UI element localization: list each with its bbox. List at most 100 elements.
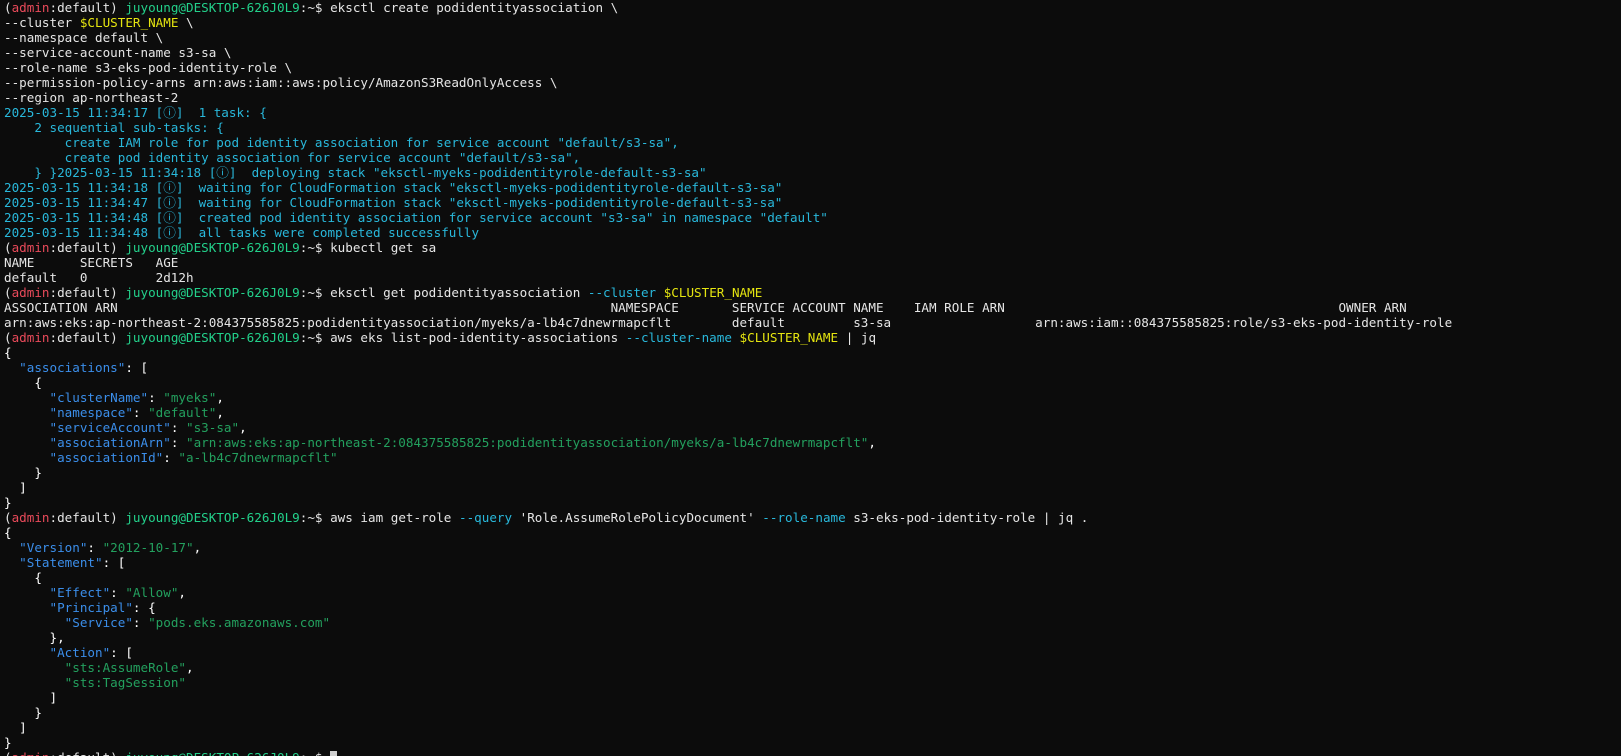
terminal-text: admin — [11, 240, 50, 255]
terminal-text: { — [4, 375, 42, 390]
terminal-text: "sts:TagSession" — [64, 675, 186, 690]
terminal-text: "a-lb4c7dnewrmapcflt" — [178, 450, 338, 465]
terminal-text: :~$ — [299, 330, 331, 345]
terminal-line: { — [4, 570, 1621, 585]
terminal-line: "Action": [ — [4, 645, 1621, 660]
terminal-text: juyoung@DESKTOP-626J0L9 — [125, 285, 300, 300]
terminal-text: --role-name s3-eks-pod-identity-role \ — [4, 60, 293, 75]
terminal-line: (admin:default) juyoung@DESKTOP-626J0L9:… — [4, 0, 1621, 15]
terminal-line: create IAM role for pod identity associa… — [4, 135, 1621, 150]
terminal-line: "clusterName": "myeks", — [4, 390, 1621, 405]
terminal-text: :default) — [49, 240, 126, 255]
terminal-text: , — [178, 585, 187, 600]
terminal-text: admin — [11, 285, 50, 300]
terminal-line: (admin:default) juyoung@DESKTOP-626J0L9:… — [4, 750, 1621, 756]
terminal-text: ] — [4, 690, 58, 705]
terminal-text: , — [239, 420, 247, 435]
terminal-text: arn:aws:eks:ap-northeast-2:084375585825:… — [4, 315, 1453, 330]
terminal-text: "namespace" — [49, 405, 133, 420]
terminal-window[interactable]: (admin:default) juyoung@DESKTOP-626J0L9:… — [4, 0, 1621, 756]
terminal-line: "sts:AssumeRole", — [4, 660, 1621, 675]
terminal-line: "Version": "2012-10-17", — [4, 540, 1621, 555]
terminal-text: :~$ — [299, 240, 331, 255]
terminal-text: $CLUSTER_NAME — [739, 330, 839, 345]
terminal-text: "Version" — [19, 540, 88, 555]
terminal-line: create pod identity association for serv… — [4, 150, 1621, 165]
terminal-text: admin — [11, 0, 50, 15]
terminal-text: : — [110, 585, 126, 600]
terminal-line: "namespace": "default", — [4, 405, 1621, 420]
terminal-text: --query — [458, 510, 513, 525]
terminal-text: : [ — [102, 555, 126, 570]
terminal-text: "s3-sa" — [186, 420, 240, 435]
terminal-text: \ — [178, 15, 194, 30]
terminal-line: ASSOCIATION ARN NAMESPACE SERVICE ACCOUN… — [4, 300, 1621, 315]
terminal-text: :~$ — [299, 0, 331, 15]
terminal-line: } — [4, 705, 1621, 720]
terminal-text: --region ap-northeast-2 — [4, 90, 179, 105]
terminal-line: "associationArn": "arn:aws:eks:ap-northe… — [4, 435, 1621, 450]
terminal-line: "sts:TagSession" — [4, 675, 1621, 690]
terminal-text: } — [4, 495, 12, 510]
terminal-line: --region ap-northeast-2 — [4, 90, 1621, 105]
terminal-text: "Allow" — [125, 585, 179, 600]
terminal-text: ( — [4, 240, 12, 255]
terminal-text: 2025-03-15 11:34:47 [ⓘ] waiting for Clou… — [4, 195, 783, 210]
terminal-text: "serviceAccount" — [49, 420, 171, 435]
terminal-text: "sts:AssumeRole" — [64, 660, 186, 675]
terminal-line: { — [4, 525, 1621, 540]
terminal-line: --namespace default \ — [4, 30, 1621, 45]
terminal-text: ( — [4, 285, 12, 300]
terminal-text: 2025-03-15 11:34:17 [ⓘ] 1 task: { — [4, 105, 267, 120]
terminal-text: 2025-03-15 11:34:48 [ⓘ] all tasks were c… — [4, 225, 480, 240]
terminal-line: (admin:default) juyoung@DESKTOP-626J0L9:… — [4, 285, 1621, 300]
terminal-text: } — [4, 735, 12, 750]
terminal-line: { — [4, 375, 1621, 390]
terminal-text: $CLUSTER_NAME — [79, 15, 179, 30]
terminal-text: kubectl get sa — [330, 240, 437, 255]
terminal-text: , — [216, 390, 224, 405]
terminal-line: default 0 2d12h — [4, 270, 1621, 285]
terminal-text: eksctl create podidentityassociation \ — [330, 0, 619, 15]
terminal-text: :default) — [49, 285, 126, 300]
terminal-text: }, — [4, 630, 65, 645]
terminal-cursor — [330, 751, 338, 756]
terminal-line: "Effect": "Allow", — [4, 585, 1621, 600]
terminal-text: , — [186, 660, 194, 675]
terminal-line: } — [4, 465, 1621, 480]
terminal-line: 2025-03-15 11:34:18 [ⓘ] waiting for Clou… — [4, 180, 1621, 195]
terminal-text: } — [4, 705, 42, 720]
terminal-text: : [ — [110, 645, 133, 660]
terminal-line: --role-name s3-eks-pod-identity-role \ — [4, 60, 1621, 75]
terminal-line: --permission-policy-arns arn:aws:iam::aw… — [4, 75, 1621, 90]
terminal-text: : — [170, 435, 186, 450]
terminal-text: "Service" — [64, 615, 133, 630]
terminal-text: "default" — [148, 405, 217, 420]
terminal-line: (admin:default) juyoung@DESKTOP-626J0L9:… — [4, 330, 1621, 345]
terminal-text: create pod identity association for serv… — [4, 150, 581, 165]
terminal-line: (admin:default) juyoung@DESKTOP-626J0L9:… — [4, 510, 1621, 525]
terminal-text: $CLUSTER_NAME — [663, 285, 763, 300]
terminal-line: "associationId": "a-lb4c7dnewrmapcflt" — [4, 450, 1621, 465]
terminal-text: : — [132, 405, 149, 420]
terminal-text: --cluster — [587, 285, 657, 300]
terminal-text: : — [132, 615, 149, 630]
terminal-text: juyoung@DESKTOP-626J0L9 — [125, 750, 299, 756]
terminal-text: aws eks list-pod-identity-associations — [330, 330, 626, 345]
terminal-text: ( — [4, 330, 12, 345]
terminal-text: --service-account-name s3-sa \ — [4, 45, 232, 60]
terminal-text: --permission-policy-arns arn:aws:iam::aw… — [4, 75, 558, 90]
terminal-text: admin — [11, 330, 50, 345]
